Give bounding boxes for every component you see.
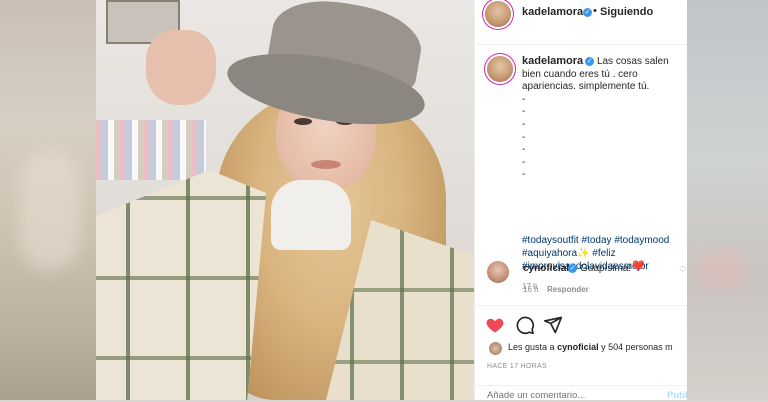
caption-dashes: - - - - - - - bbox=[522, 93, 526, 181]
hashtag-link[interactable]: #today bbox=[582, 235, 612, 246]
publish-button[interactable]: Publ bbox=[667, 390, 688, 401]
likes-user[interactable]: cynoficial bbox=[557, 342, 599, 352]
commenter-username[interactable]: cynoficial bbox=[523, 263, 569, 274]
turtleneck bbox=[271, 180, 351, 250]
add-comment-input[interactable] bbox=[487, 390, 627, 401]
post-side-panel: kadelamora ✓ • Siguiendo kadelamora ✓ Las… bbox=[474, 0, 688, 402]
eye bbox=[294, 118, 312, 125]
caption-author-username[interactable]: kadelamora bbox=[522, 55, 583, 67]
post-actions: Les gusta a cynoficial y 504 personas m … bbox=[475, 305, 688, 402]
sparkles-emoji: ✨ bbox=[577, 248, 590, 259]
author-username[interactable]: kadelamora bbox=[522, 6, 583, 18]
clothing-rack bbox=[96, 120, 206, 180]
hashtag-link[interactable]: #todaymood bbox=[614, 235, 669, 246]
comment-timestamp[interactable]: 16 h bbox=[523, 285, 539, 294]
blurred-background-left bbox=[0, 0, 96, 400]
comment-text: Guapísima! bbox=[580, 263, 632, 274]
likes-prefix: Les gusta a bbox=[508, 342, 555, 352]
hashtag-link[interactable]: #feliz bbox=[592, 248, 615, 259]
caption-text: kadelamora ✓ Las cosas salen bien cuando … bbox=[522, 55, 682, 182]
hashtag-link[interactable]: #aquiyahora bbox=[522, 248, 577, 259]
caption-author-avatar[interactable] bbox=[487, 56, 513, 82]
heart-filled-icon[interactable] bbox=[485, 315, 505, 335]
lips bbox=[311, 160, 341, 169]
verified-badge-icon: ✓ bbox=[568, 264, 577, 273]
add-comment-row: Publ bbox=[475, 385, 688, 402]
heart-emoji: ❤️ bbox=[632, 261, 645, 272]
following-button[interactable]: Siguiendo bbox=[600, 6, 653, 18]
blurred-background-right bbox=[686, 0, 768, 400]
post-timestamp[interactable]: HACE 17 HORAS bbox=[487, 363, 547, 370]
hashtag-link[interactable]: #todaysoutfit bbox=[522, 235, 579, 246]
comment-like-icon[interactable]: ♡ bbox=[679, 265, 686, 274]
separator-dot: • bbox=[593, 5, 597, 17]
verified-badge-icon: ✓ bbox=[585, 56, 595, 66]
likes-summary[interactable]: Les gusta a cynoficial y 504 personas m bbox=[508, 342, 673, 352]
comment-bubble-icon[interactable] bbox=[515, 315, 535, 335]
commenter-avatar[interactable] bbox=[487, 261, 509, 283]
likes-suffix[interactable]: y 504 personas m bbox=[601, 342, 673, 352]
paper-plane-icon[interactable] bbox=[543, 315, 563, 335]
hand bbox=[146, 30, 216, 105]
verified-badge-icon: ✓ bbox=[583, 8, 592, 17]
liker-avatar[interactable] bbox=[489, 342, 502, 355]
post-header: kadelamora ✓ • Siguiendo bbox=[475, 0, 687, 45]
author-avatar[interactable] bbox=[485, 1, 511, 27]
reply-button[interactable]: Responder bbox=[547, 285, 589, 294]
post-photo[interactable] bbox=[96, 0, 474, 400]
